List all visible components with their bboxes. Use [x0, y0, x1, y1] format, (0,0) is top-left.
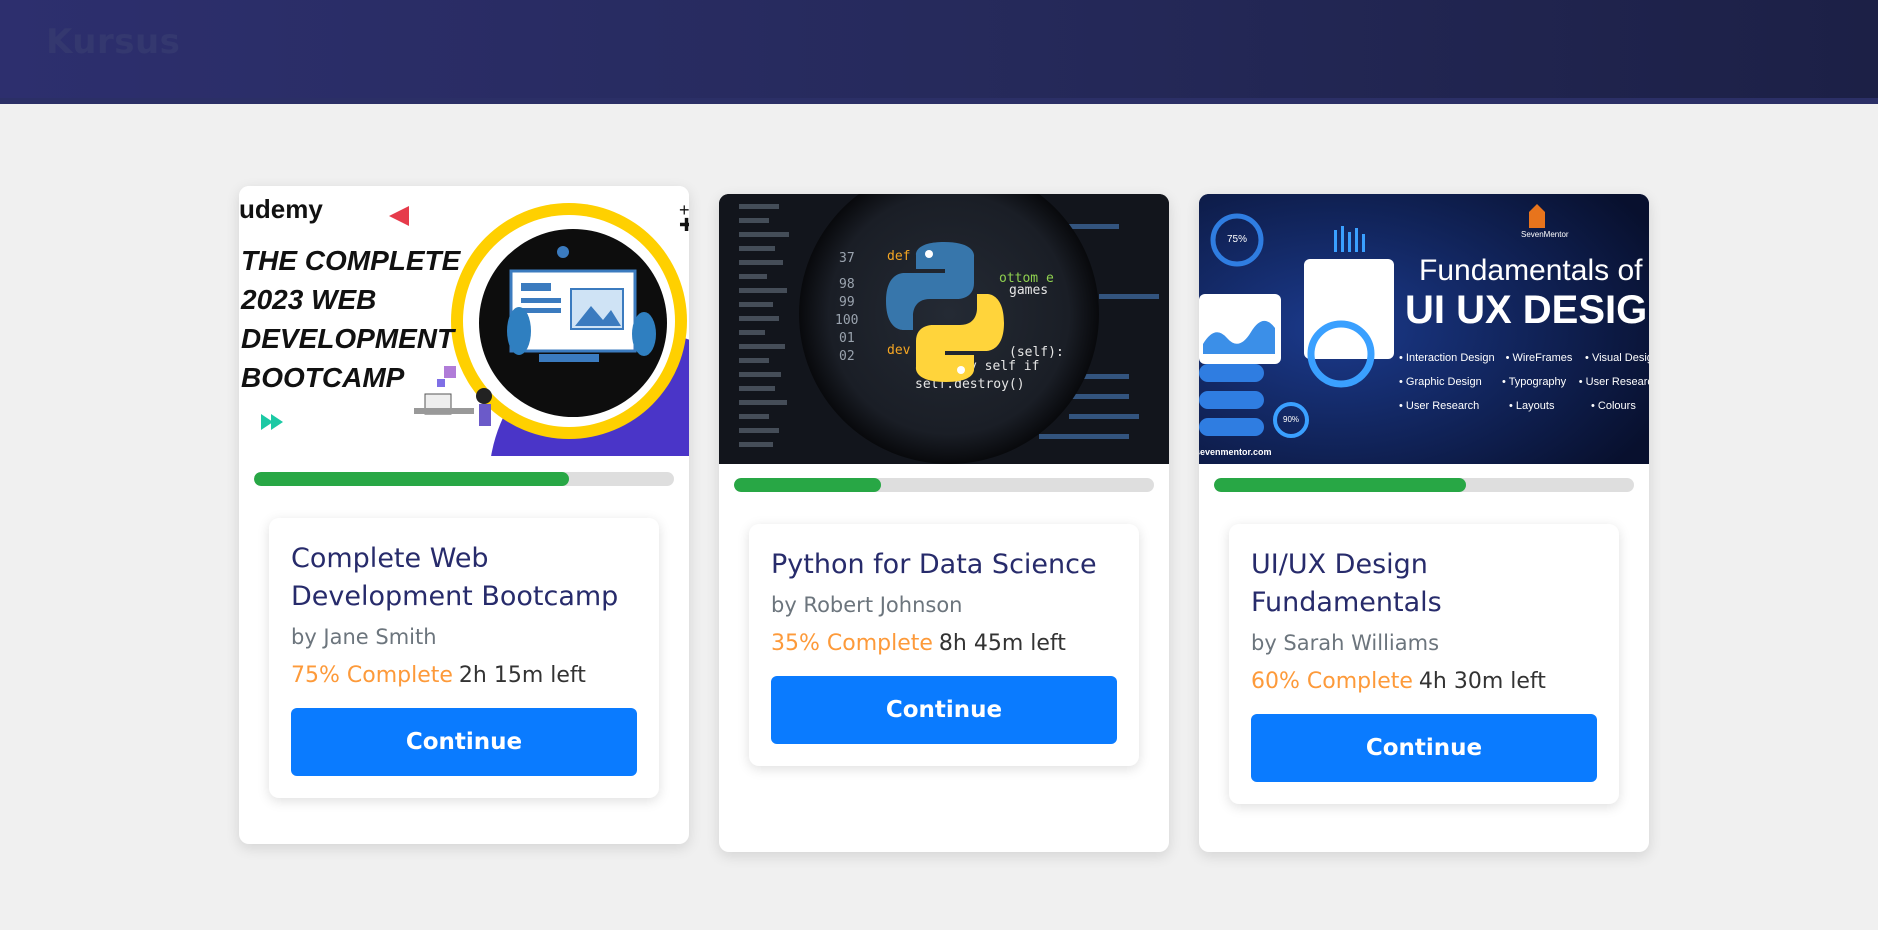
page-header: Kursus — [0, 0, 1878, 104]
svg-text:98: 98 — [839, 277, 855, 292]
progress-bar — [254, 472, 674, 486]
udemy-logo: udemy — [239, 194, 323, 224]
course-status: 60% Complete 4h 30m left — [1251, 669, 1597, 694]
svg-text:✚: ✚ — [679, 215, 689, 235]
thumbnail-headline: THE COMPLETE 2023 WEB DEVELOPMENT BOOTCA… — [241, 245, 461, 393]
course-info: UI/UX Design Fundamentals by Sarah Willi… — [1229, 524, 1619, 804]
course-author: by Sarah Williams — [1251, 631, 1440, 655]
svg-text:100: 100 — [835, 313, 858, 328]
progress-fill — [254, 472, 569, 486]
svg-text:99: 99 — [839, 295, 855, 310]
progress-bar — [734, 478, 1154, 492]
course-thumbnail: 75% 65% 90% SevenMentor Fundamentals of … — [1199, 194, 1649, 464]
svg-text:games: games — [1009, 283, 1048, 298]
thumbnail-footer: sevenmentor.com — [1199, 447, 1272, 457]
time-left: 2h 15m left — [458, 663, 586, 688]
course-title: Complete Web Development Bootcamp — [291, 543, 619, 612]
course-status: 75% Complete 2h 15m left — [291, 663, 637, 688]
svg-text:dev: dev — [887, 343, 911, 358]
svg-text:def: def — [887, 249, 910, 264]
svg-text:37: 37 — [839, 251, 855, 266]
progress-fill — [734, 478, 881, 492]
thumbnail-bullets: • Interaction Design • WireFrames • Visual… — [1399, 352, 1649, 412]
svg-text:02: 02 — [839, 349, 855, 364]
thumbnail-heading-2: UI UX DESIGN — [1405, 288, 1649, 332]
course-card: 75% 65% 90% SevenMentor Fundamentals of … — [1199, 194, 1649, 852]
course-info: Complete Web Development Bootcamp by Jan… — [269, 518, 659, 798]
course-card: 37 98 99 100 01 02 def dev ottom e games (s… — [719, 194, 1169, 852]
page-title: Kursus — [46, 22, 181, 62]
course-author: by Robert Johnson — [771, 593, 963, 617]
percent-complete: 35% Complete — [771, 631, 933, 656]
time-left: 4h 30m left — [1418, 669, 1546, 694]
thumbnail-brand: SevenMentor — [1521, 230, 1569, 239]
percent-complete: 60% Complete — [1251, 669, 1413, 694]
svg-text:01: 01 — [839, 331, 855, 346]
course-thumbnail: + ✚ udemy THE COMPLETE 2023 WEB DEVELOPM… — [239, 186, 689, 456]
svg-text:(self):: (self): — [1009, 345, 1064, 360]
continue-button[interactable]: Continue — [291, 708, 637, 776]
course-thumbnail: 37 98 99 100 01 02 def dev ottom e games (s… — [719, 194, 1169, 464]
thumbnail-ring-2: 65% — [1331, 349, 1354, 361]
python-code-image: 3798 99100 0102 def dev ottom e games (s… — [719, 194, 1169, 464]
continue-button[interactable]: Continue — [771, 676, 1117, 744]
course-card: + ✚ udemy THE COMPLETE 2023 WEB DEVELOPM… — [239, 186, 689, 844]
course-status: 35% Complete 8h 45m left — [771, 631, 1117, 656]
thumbnail-ring-3: 90% — [1283, 415, 1300, 424]
thumbnail-ring-1: 75% — [1227, 234, 1248, 245]
course-title: UI/UX Design Fundamentals — [1251, 549, 1442, 618]
continue-button[interactable]: Continue — [1251, 714, 1597, 782]
course-author: by Jane Smith — [291, 625, 437, 649]
progress-fill — [1214, 478, 1466, 492]
course-title: Python for Data Science — [771, 549, 1097, 580]
thumbnail-heading-1: Fundamentals of — [1419, 254, 1643, 287]
svg-text:y self if: y self if — [969, 359, 1039, 374]
course-info: Python for Data Science by Robert Johnso… — [749, 524, 1139, 766]
time-left: 8h 45m left — [938, 631, 1066, 656]
progress-bar — [1214, 478, 1634, 492]
percent-complete: 75% Complete — [291, 663, 453, 688]
